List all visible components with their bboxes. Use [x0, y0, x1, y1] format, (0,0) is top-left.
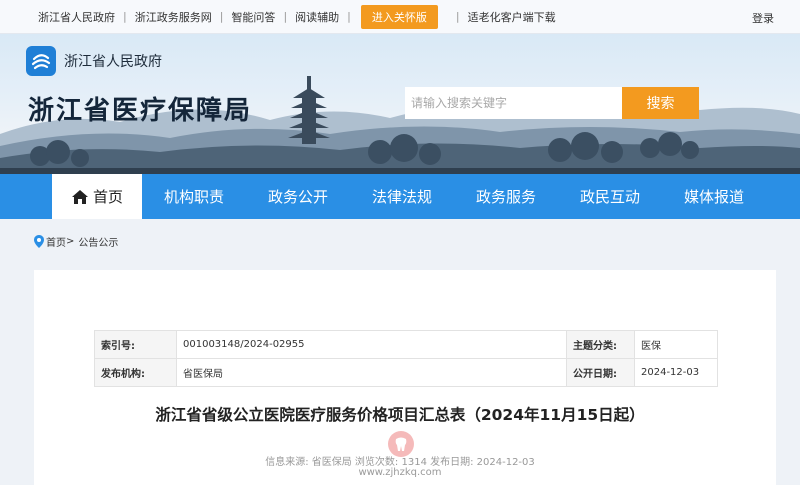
- tooth-icon: [395, 437, 407, 451]
- document-meta-table: 索引号: 001003148/2024-02955 主题分类: 医保 发布机构:…: [94, 330, 718, 387]
- gov-logo-symbol-icon: [31, 54, 51, 70]
- login-link[interactable]: 登录: [752, 10, 774, 26]
- home-icon: [71, 189, 88, 204]
- zhejiang-gov-logo-icon[interactable]: [26, 46, 56, 76]
- breadcrumb-home[interactable]: 首页: [46, 234, 66, 249]
- breadcrumb: 首页 > 公告公示: [34, 234, 118, 249]
- nav-item-label: 机构职责: [163, 188, 224, 206]
- topic-value: 医保: [634, 330, 718, 359]
- link-smart-qa[interactable]: 智能问答: [231, 9, 275, 25]
- nav-item-laws[interactable]: 法律法规: [350, 174, 454, 219]
- nav-item-gov-services[interactable]: 政务服务: [454, 174, 558, 219]
- location-pin-icon: [34, 235, 44, 248]
- divider: |: [283, 10, 288, 23]
- link-zj-gov[interactable]: 浙江省人民政府: [38, 9, 115, 25]
- watermark-text: www.zjhzkq.com: [358, 467, 442, 478]
- link-reading-aid[interactable]: 阅读辅助: [295, 9, 339, 25]
- nav-item-label: 政务公开: [267, 188, 328, 206]
- index-label: 索引号:: [94, 330, 177, 359]
- table-row: 发布机构: 省医保局 公开日期: 2024-12-03: [94, 358, 718, 387]
- top-links: 浙江省人民政府 | 浙江政务服务网 | 智能问答 | 阅读辅助 | 进入关怀版 …: [38, 4, 556, 29]
- nav-item-org-duties[interactable]: 机构职责: [142, 174, 246, 219]
- nav-item-gov-affairs-open[interactable]: 政务公开: [246, 174, 350, 219]
- nav-item-home[interactable]: 首页: [52, 174, 142, 219]
- nav-item-label: 政务服务: [475, 188, 536, 206]
- issuer-label: 发布机构:: [94, 358, 177, 387]
- search-button[interactable]: 搜索: [622, 87, 699, 119]
- top-utility-bar: 浙江省人民政府 | 浙江政务服务网 | 智能问答 | 阅读辅助 | 进入关怀版 …: [0, 0, 800, 34]
- nav-item-label: 媒体报道: [683, 188, 744, 206]
- main-nav: 首页 机构职责 政务公开 法律法规 政务服务 政民互动 媒体报道: [0, 174, 800, 219]
- breadcrumb-separator: >: [66, 236, 75, 247]
- nav-item-label: 首页: [92, 188, 123, 206]
- site-title[interactable]: 浙江省医疗保障局: [28, 90, 252, 127]
- article-info: 信息来源: 省医保局 浏览次数: 1314 发布日期: 2024-12-03: [265, 457, 535, 468]
- issuer-value: 省医保局: [176, 358, 567, 387]
- nav-item-label: 法律法规: [371, 188, 432, 206]
- nav-item-media[interactable]: 媒体报道: [662, 174, 766, 219]
- index-value: 001003148/2024-02955: [176, 330, 567, 359]
- divider: |: [455, 10, 460, 23]
- gov-name[interactable]: 浙江省人民政府: [64, 51, 162, 71]
- link-elderly-app-download[interactable]: 适老化客户端下载: [468, 9, 556, 25]
- breadcrumb-current[interactable]: 公告公示: [78, 234, 118, 249]
- article-title: 浙江省省级公立医院医疗服务价格项目汇总表（2024年11月15日起）: [155, 406, 645, 424]
- topic-label: 主题分类:: [566, 330, 635, 359]
- date-value: 2024-12-03: [634, 358, 718, 387]
- header-banner: 浙江省人民政府 浙江省医疗保障局 搜索: [0, 34, 800, 174]
- care-version-button[interactable]: 进入关怀版: [360, 4, 438, 29]
- nav-item-label: 政民互动: [579, 188, 640, 206]
- nav-item-interaction[interactable]: 政民互动: [558, 174, 662, 219]
- date-label: 公开日期:: [566, 358, 635, 387]
- divider: |: [123, 10, 127, 23]
- link-zj-gov-service[interactable]: 浙江政务服务网: [135, 9, 212, 25]
- search-input[interactable]: [405, 87, 622, 119]
- table-row: 索引号: 001003148/2024-02955 主题分类: 医保: [94, 330, 718, 359]
- divider: |: [347, 10, 351, 23]
- divider: |: [219, 10, 224, 23]
